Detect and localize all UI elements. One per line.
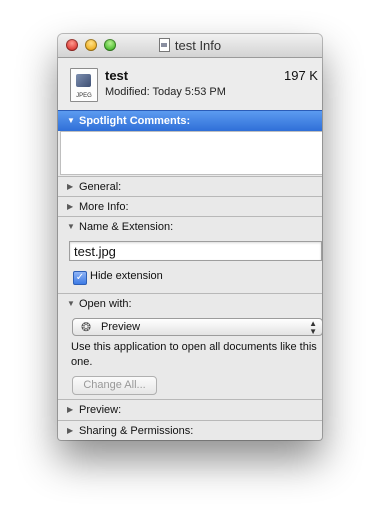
disclosure-open-icon[interactable]: ▼ bbox=[67, 111, 75, 131]
window-title: test Info bbox=[174, 38, 222, 53]
file-name: test bbox=[105, 68, 129, 83]
section-sharing-label: Sharing & Permissions: bbox=[79, 425, 194, 437]
jpeg-document-icon: JPEG bbox=[70, 68, 98, 102]
preview-app-icon: ❂ bbox=[81, 320, 92, 334]
file-header: JPEG test 197 K Modified: Today 5:53 PM bbox=[58, 58, 322, 114]
open-with-app-label: Preview bbox=[101, 321, 141, 333]
info-window: test Info JPEG test 197 K Modified: Toda… bbox=[58, 34, 322, 440]
change-all-button[interactable]: Change All... bbox=[72, 376, 157, 395]
section-general-label: General: bbox=[79, 181, 122, 193]
filename-input[interactable]: test.jpg bbox=[69, 241, 322, 261]
disclosure-closed-icon[interactable]: ▶ bbox=[67, 177, 73, 197]
section-preview-label: Preview: bbox=[79, 404, 122, 416]
section-spotlight-label: Spotlight Comments: bbox=[79, 115, 191, 127]
disclosure-open-icon[interactable]: ▼ bbox=[67, 217, 75, 237]
document-icon bbox=[158, 38, 170, 52]
popup-arrows-icon: ▲ ▼ bbox=[309, 319, 317, 336]
image-preview-icon bbox=[76, 74, 91, 87]
modified-date: Modified: Today 5:53 PM bbox=[105, 86, 226, 98]
spotlight-comments-field[interactable] bbox=[60, 131, 322, 175]
section-name-extension-label: Name & Extension: bbox=[79, 221, 174, 233]
section-name-extension[interactable]: ▼ Name & Extension: bbox=[58, 216, 322, 237]
section-general[interactable]: ▶ General: bbox=[58, 176, 322, 197]
section-open-with-label: Open with: bbox=[79, 298, 132, 310]
section-more-info[interactable]: ▶ More Info: bbox=[58, 196, 322, 217]
open-with-popup[interactable]: ❂ Preview ▲ ▼ bbox=[72, 318, 322, 336]
disclosure-closed-icon[interactable]: ▶ bbox=[67, 421, 73, 440]
open-with-description: Use this application to open all documen… bbox=[71, 341, 317, 368]
hide-extension-checkbox[interactable]: ✓ bbox=[73, 271, 87, 285]
section-open-with[interactable]: ▼ Open with: bbox=[58, 293, 322, 314]
disclosure-closed-icon[interactable]: ▶ bbox=[67, 197, 73, 217]
window-title-wrap: test Info bbox=[58, 38, 322, 53]
hide-extension-label[interactable]: Hide extension bbox=[90, 270, 163, 282]
section-more-info-label: More Info: bbox=[79, 201, 129, 213]
section-spotlight-comments[interactable]: ▼ Spotlight Comments: bbox=[58, 110, 322, 131]
file-icon-label: JPEG bbox=[76, 93, 92, 99]
file-size: 197 K bbox=[284, 68, 318, 83]
disclosure-open-icon[interactable]: ▼ bbox=[67, 294, 75, 314]
title-bar[interactable]: test Info bbox=[58, 34, 322, 58]
section-preview[interactable]: ▶ Preview: bbox=[58, 399, 322, 420]
disclosure-closed-icon[interactable]: ▶ bbox=[67, 400, 73, 420]
section-sharing-permissions[interactable]: ▶ Sharing & Permissions: bbox=[58, 420, 322, 440]
